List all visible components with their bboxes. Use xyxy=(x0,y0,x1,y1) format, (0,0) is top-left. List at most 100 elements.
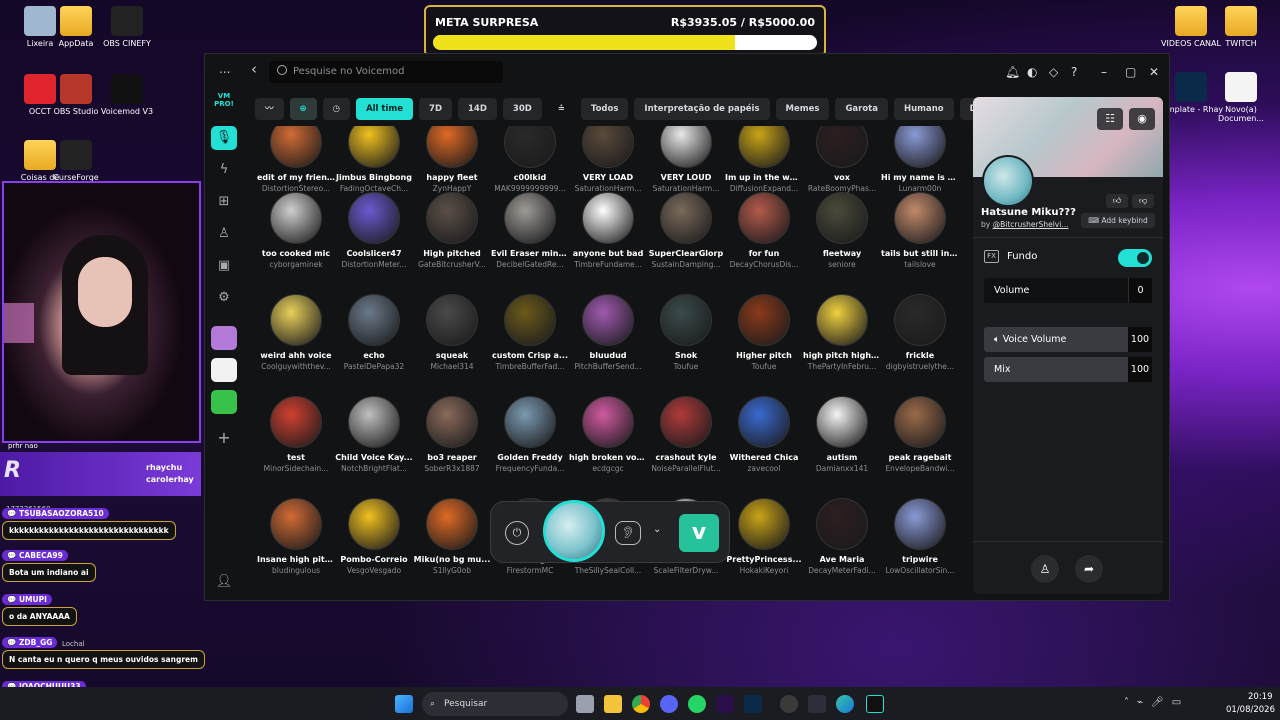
desktop-shortcut-left-7[interactable]: CurseForge xyxy=(40,140,112,182)
voice-card[interactable]: c00lkid MAK9999999999... xyxy=(491,126,569,193)
voice-card[interactable]: Miku(no bg mu... S1llyG0ob xyxy=(413,498,491,575)
voice-card[interactable]: VERY LOAD SaturationHarm... xyxy=(569,126,647,193)
filter-7d[interactable]: 7D xyxy=(419,98,453,120)
power-button[interactable]: ⏻ xyxy=(505,521,529,545)
share-icon[interactable]: ➦ xyxy=(1075,555,1103,583)
whatsapp-icon[interactable] xyxy=(688,695,706,713)
wave-icon[interactable]: 〰 xyxy=(255,98,284,120)
nav-fav-2[interactable] xyxy=(211,358,237,382)
voice-card[interactable]: happy fleet ZynHappY xyxy=(413,126,491,193)
voice-card[interactable]: anyone but bad TimbreFundame... xyxy=(569,192,647,269)
app-taskbar-icon[interactable] xyxy=(808,695,826,713)
filter-todos[interactable]: Todos xyxy=(580,98,629,120)
voice-card[interactable]: Child Voice Kay... NotchBrightFlat... xyxy=(335,396,413,473)
edge-icon[interactable] xyxy=(836,695,854,713)
search-input[interactable]: Pesquise no Voicemod xyxy=(269,61,503,83)
nav-fav-3[interactable] xyxy=(211,390,237,414)
voice-card[interactable]: bluudud PitchBufferSend... xyxy=(569,294,647,371)
voice-card[interactable]: SuperClearGlorp SustainDamping... xyxy=(647,192,725,269)
windows-start-icon[interactable] xyxy=(395,695,413,713)
like-button[interactable]: 👍︎ xyxy=(1106,194,1128,208)
help-icon[interactable]: ? xyxy=(1071,65,1077,79)
voice-card[interactable]: Snok Toufue xyxy=(647,294,725,371)
voice-card[interactable]: high pitch high ... ThePartyInFebru... xyxy=(803,294,881,371)
voice-card[interactable]: Jimbus Bingbong FadingOctaveCh... xyxy=(335,126,413,193)
minimize-button[interactable]: – xyxy=(1101,65,1107,79)
voice-card[interactable]: Ave Maria DecayMeterFadi... xyxy=(803,498,881,575)
desktop-shortcut-right-3[interactable]: Novo(a) Documen... xyxy=(1205,72,1277,123)
bell-icon[interactable]: 🔔︎ xyxy=(1005,65,1020,79)
voice-card[interactable]: test MinorSidechain... xyxy=(257,396,335,473)
voice-card[interactable]: Higher pitch Toufue xyxy=(725,294,803,371)
voice-card[interactable]: Withered Chica zavecool xyxy=(725,396,803,473)
settings-sliders-button[interactable]: ☷ xyxy=(1097,108,1123,130)
voice-card[interactable]: custom Crisp a... TimbreBufferFad... xyxy=(491,294,569,371)
filter-humano[interactable]: Humano xyxy=(893,98,954,120)
voice-card[interactable]: autism Damianxx141 xyxy=(803,396,881,473)
photoshop-icon[interactable] xyxy=(744,695,762,713)
tray-icons[interactable]: ˄⌁🎤︎▭ xyxy=(1124,697,1189,708)
nav-store[interactable]: ▣ xyxy=(211,254,237,278)
voice-card[interactable]: crashout kyle NoiseParallelFlut... xyxy=(647,396,725,473)
voice-card[interactable]: weird ahh voice Coolguywiththev... xyxy=(257,294,335,371)
voice-card[interactable]: for fun DecayChorusDis... xyxy=(725,192,803,269)
voice-card[interactable]: Pombo-Correio VesgoVesgado xyxy=(335,498,413,575)
current-voice-avatar[interactable] xyxy=(543,500,605,562)
filter-garota[interactable]: Garota xyxy=(835,98,888,120)
taskview-icon[interactable] xyxy=(576,695,594,713)
voice-card[interactable]: tails but still in ... tailslove xyxy=(881,192,959,269)
nav-effects[interactable]: ϟ xyxy=(211,158,237,182)
voice-card[interactable]: fleetway seniore xyxy=(803,192,881,269)
back-button[interactable]: ‹ xyxy=(251,60,257,78)
voice-card[interactable]: Coolslicer47 DistortionMeter... xyxy=(335,192,413,269)
nav-profile[interactable]: 👤︎ xyxy=(211,570,237,594)
voice-card[interactable]: Insane high pitc... bludingulous xyxy=(257,498,335,575)
fundo-toggle[interactable] xyxy=(1118,249,1152,267)
voice-card[interactable]: VERY LOUD SaturationHarm... xyxy=(647,126,725,193)
voice-card[interactable]: peak ragebait EnvelopeBandwi... xyxy=(881,396,959,473)
voicemod-taskbar-icon[interactable] xyxy=(866,695,884,713)
premiere-icon[interactable] xyxy=(716,695,734,713)
discord-taskbar-icon[interactable] xyxy=(660,695,678,713)
voice-card[interactable]: Golden Freddy FrequencyFunda... xyxy=(491,396,569,473)
voice-card[interactable]: high broken voice ecdgcgc xyxy=(569,396,647,473)
clock-time[interactable]: 20:19 xyxy=(1248,692,1273,702)
diamond-icon[interactable]: ◇ xyxy=(1049,65,1058,79)
taskbar-search[interactable]: ⌕ Pesquisar xyxy=(422,692,568,716)
chrome-icon[interactable] xyxy=(632,695,650,713)
nav-settings[interactable]: ⚙ xyxy=(211,286,237,310)
voice-card[interactable]: squeak Michael314 xyxy=(413,294,491,371)
nav-voices[interactable]: 🎙︎ xyxy=(211,126,237,150)
voice-card[interactable]: PrettyPrincess... HokakiKeyori xyxy=(725,498,803,575)
filter-14d[interactable]: 14D xyxy=(458,98,497,120)
filter-interpreta-o-de-pap-is[interactable]: Interpretação de papéis xyxy=(634,98,770,120)
voice-card[interactable]: edit of my frien... DistortionStereo... xyxy=(257,126,335,193)
voice-card[interactable]: Hi my name is C... Lunarm00n xyxy=(881,126,959,193)
voice-card[interactable]: tripwire LowOscillatorSin... xyxy=(881,498,959,575)
dislike-button[interactable]: 👎︎ xyxy=(1132,194,1154,208)
voice-card[interactable]: too cooked mic cyborgaminek xyxy=(257,192,335,269)
vine-voice-button[interactable]: v xyxy=(679,514,719,552)
voice-card[interactable]: High pitched GateBitcrusherV... xyxy=(413,192,491,269)
desktop-shortcut-left-2[interactable]: OBS CINEFY xyxy=(91,6,163,48)
filter-memes[interactable]: Memes xyxy=(775,98,830,120)
voice-card[interactable]: Evil Eraser minion DecibelGatedRe... xyxy=(491,192,569,269)
clock-date[interactable]: 01/08/2026 xyxy=(1226,705,1275,715)
explorer-icon[interactable] xyxy=(604,695,622,713)
nav-add[interactable]: + xyxy=(211,426,237,450)
record-button[interactable]: ◉ xyxy=(1129,108,1155,130)
obs-taskbar-icon[interactable] xyxy=(780,695,798,713)
hear-myself-button[interactable]: 👂︎ xyxy=(615,521,641,545)
voice-author[interactable]: by @BitcrusherShelvi... xyxy=(981,220,1077,229)
desktop-shortcut-right-1[interactable]: TWITCH xyxy=(1205,6,1277,48)
voice-card[interactable]: Im up in the wo... DiffusionExpand... xyxy=(725,126,803,193)
desktop-shortcut-left-5[interactable]: Voicemod V3 xyxy=(91,74,163,116)
mix-row[interactable]: Mix 100 xyxy=(984,357,1152,382)
volume-row[interactable]: Volume 0 xyxy=(984,278,1152,303)
chevron-down-icon[interactable]: ⌄ xyxy=(653,524,661,535)
nav-soundboard[interactable]: ⊞ xyxy=(211,190,237,214)
filter-30d[interactable]: 30D xyxy=(502,98,542,120)
voice-card[interactable]: bo3 reaper SoberR3x1887 xyxy=(413,396,491,473)
voice-volume-row[interactable]: 🔈︎ Voice Volume 100 xyxy=(984,327,1152,352)
sort-icon[interactable]: ≐ xyxy=(548,98,575,120)
